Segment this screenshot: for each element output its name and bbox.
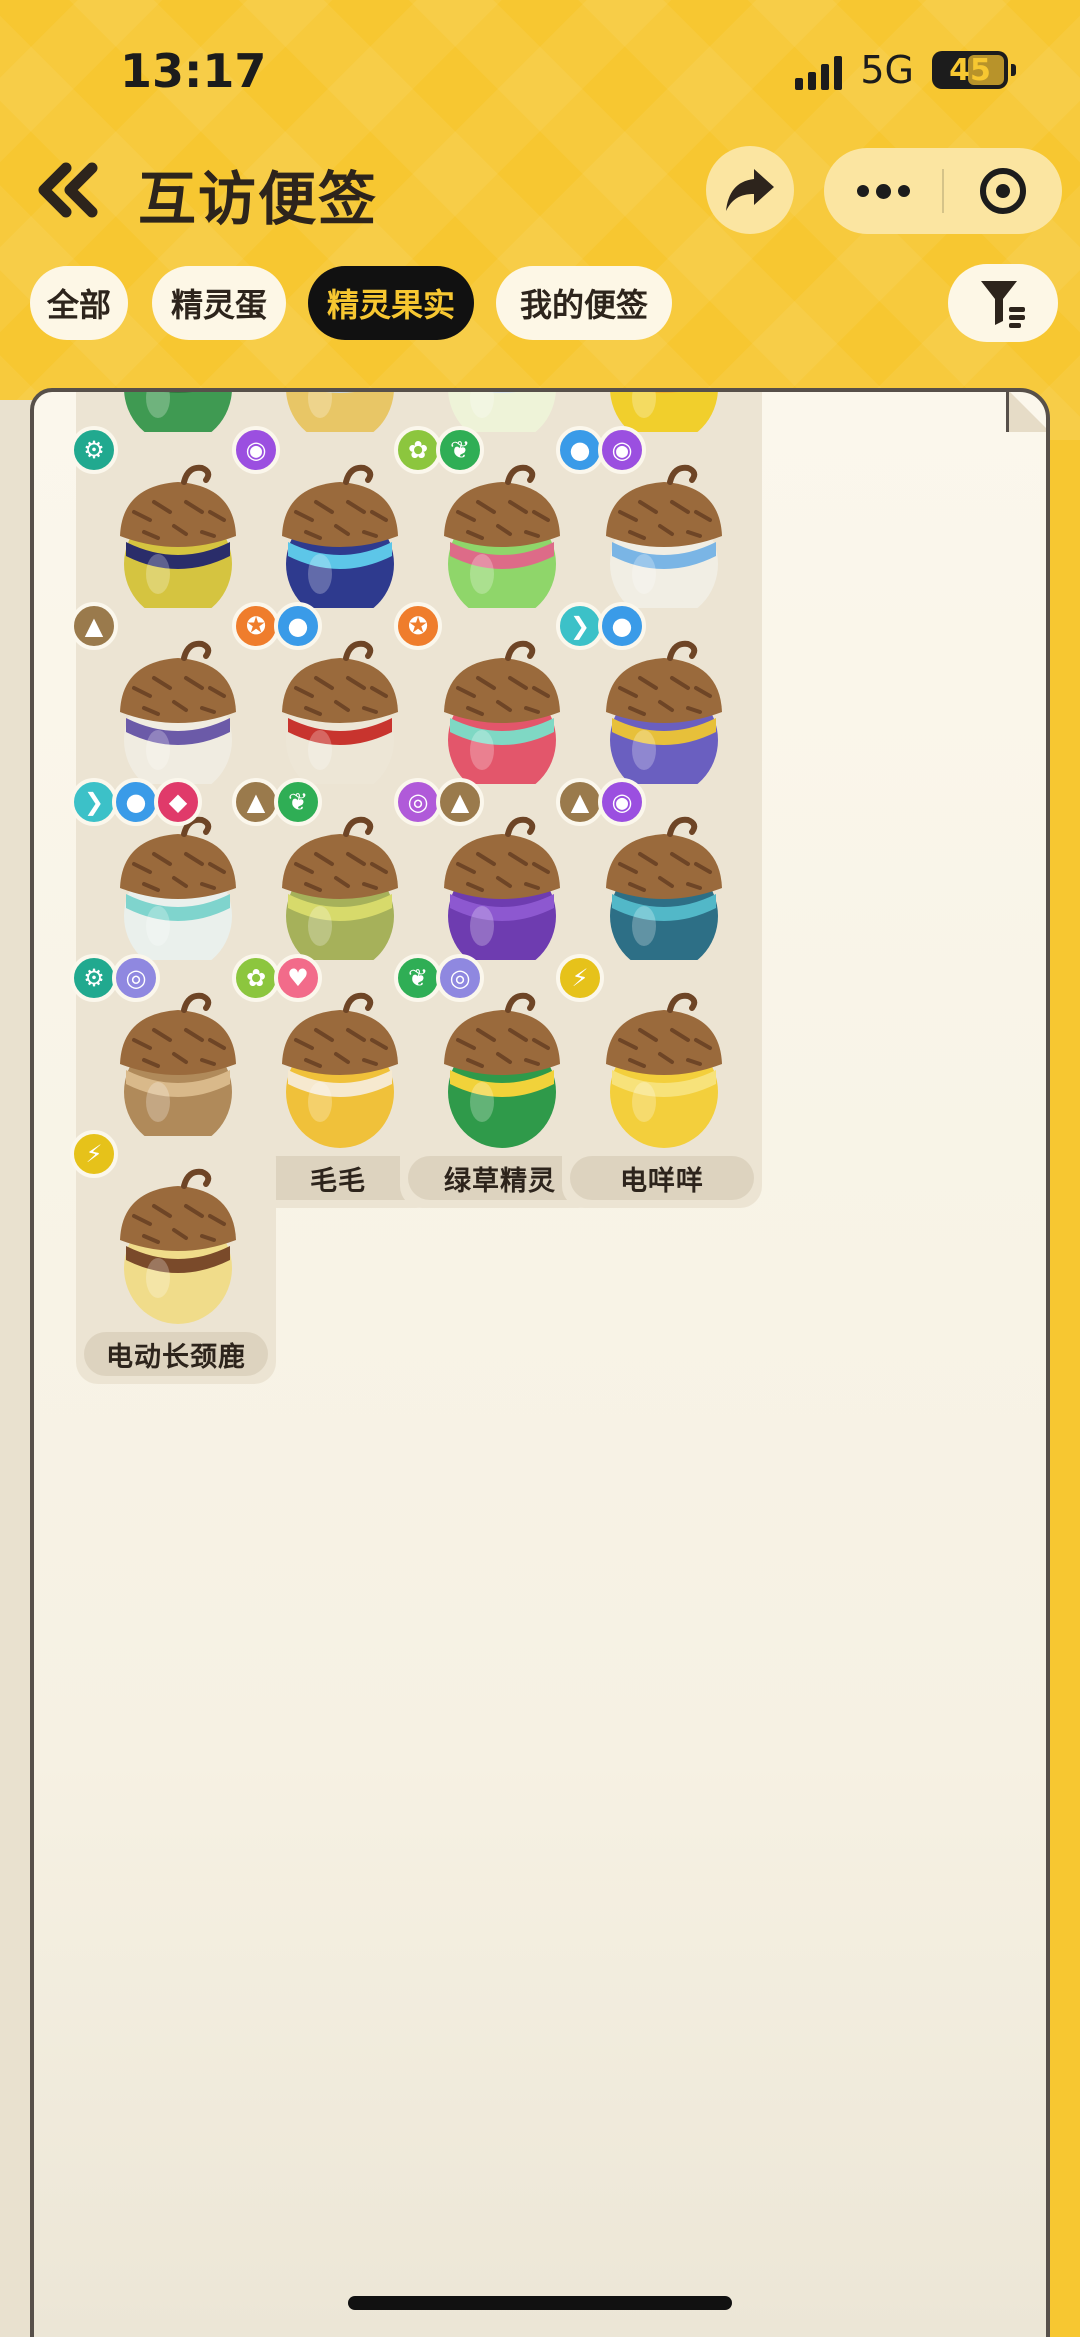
mountain-type-icon: ▲ <box>436 778 484 826</box>
type-badges: ⚙ ◎ <box>70 954 160 1002</box>
spiral-type-icon: ◎ <box>112 954 160 1002</box>
type-badges: ❦ ◎ <box>394 954 484 1002</box>
battery-icon: 45 <box>932 51 1016 89</box>
home-indicator[interactable] <box>348 2296 732 2310</box>
bug-type-icon: ✿ <box>232 954 280 1002</box>
fruit-grid: 蹦蹦种子螺旋帕帕蒲公英小星光⚙缇塔◉小灵面✿❦小草虫●◉海枝枝▲奔波鼠✪●海豹战… <box>34 392 1046 2337</box>
leaf-type-icon: ❦ <box>394 954 442 1002</box>
acorn-fruit-icon <box>120 992 236 1148</box>
tab-1[interactable]: 精灵蛋 <box>152 266 286 340</box>
more-button[interactable] <box>824 148 942 234</box>
bolt-type-icon: ⚡ <box>556 954 604 1002</box>
close-button[interactable] <box>944 148 1062 234</box>
acorn-fruit-icon <box>606 816 722 972</box>
type-badges: ⚡ <box>556 954 604 1002</box>
fist-type-icon: ✪ <box>232 602 280 650</box>
type-badges: ● ◉ <box>556 426 646 474</box>
ghost-type-icon: ◉ <box>598 426 646 474</box>
demon-type-icon: ◆ <box>154 778 202 826</box>
water-type-icon: ● <box>274 602 322 650</box>
type-badges: ▲ ❦ <box>232 778 322 826</box>
type-badges: ⚡ <box>70 1130 118 1178</box>
type-badges: ◎ ▲ <box>394 778 484 826</box>
fruit-name: 电动长颈鹿 <box>84 1332 268 1376</box>
battery-level: 45 <box>949 52 991 88</box>
acorn-fruit-icon <box>282 992 398 1148</box>
type-badges: ✿ ♥ <box>232 954 322 1002</box>
network-type: 5G <box>860 48 914 92</box>
back-button[interactable] <box>28 150 108 230</box>
bug-type-icon: ✿ <box>394 426 442 474</box>
gear-type-icon: ⚙ <box>70 426 118 474</box>
mountain-type-icon: ▲ <box>556 778 604 826</box>
fruit-card[interactable]: ⚡ 电动长颈鹿 <box>70 1130 276 1384</box>
acorn-fruit-icon <box>120 1168 236 1324</box>
type-badges: ✿ ❦ <box>394 426 484 474</box>
mountain-type-icon: ▲ <box>70 602 118 650</box>
gear-type-icon: ⚙ <box>70 954 118 1002</box>
filter-icon <box>981 281 1025 328</box>
acorn-fruit-icon <box>120 464 236 620</box>
acorn-fruit-icon <box>444 992 560 1148</box>
type-badges: ⚙ <box>70 426 118 474</box>
water-type-icon: ● <box>112 778 160 826</box>
page-title: 互访便签 <box>138 165 379 233</box>
target-icon <box>980 168 1026 214</box>
status-indicators: 5G 45 <box>795 48 1016 92</box>
swirl-type-icon: ◎ <box>394 778 442 826</box>
signal-icon <box>795 50 843 90</box>
type-badges: ❯ ● <box>556 602 646 650</box>
wing-type-icon: ❯ <box>556 602 604 650</box>
more-dots-icon <box>856 185 869 197</box>
leaf-type-icon: ❦ <box>274 778 322 826</box>
tab-0[interactable]: 全部 <box>30 266 128 340</box>
mini-program-capsule <box>824 148 1062 234</box>
fist-type-icon: ✪ <box>394 602 442 650</box>
water-type-icon: ● <box>598 602 646 650</box>
share-arrow-icon <box>726 169 774 211</box>
type-badges: ❯ ● ◆ <box>70 778 202 826</box>
ghost-type-icon: ◉ <box>598 778 646 826</box>
wing-type-icon: ❯ <box>70 778 118 826</box>
type-badges: ✪ ● <box>232 602 322 650</box>
tab-3[interactable]: 我的便签 <box>496 266 672 340</box>
acorn-fruit-icon <box>444 464 560 620</box>
water-type-icon: ● <box>556 426 604 474</box>
leaf-type-icon: ❦ <box>436 426 484 474</box>
fruit-name: 电咩咩 <box>570 1156 754 1200</box>
heart-type-icon: ♥ <box>274 954 322 1002</box>
mountain-type-icon: ▲ <box>232 778 280 826</box>
status-time: 13:17 <box>120 44 267 98</box>
type-badges: ▲ <box>70 602 118 650</box>
type-badges: ▲ ◉ <box>556 778 646 826</box>
fruit-card[interactable]: ⚡ 电咩咩 <box>556 954 762 1208</box>
share-button[interactable] <box>706 146 794 234</box>
double-chevron-left-icon <box>38 162 98 218</box>
bolt-type-icon: ⚡ <box>70 1130 118 1178</box>
tab-2[interactable]: 精灵果实 <box>308 266 474 340</box>
note-paper: 蹦蹦种子螺旋帕帕蒲公英小星光⚙缇塔◉小灵面✿❦小草虫●◉海枝枝▲奔波鼠✪●海豹战… <box>30 388 1050 2337</box>
acorn-fruit-icon <box>606 992 722 1148</box>
type-badges: ◉ <box>232 426 280 474</box>
spiral-type-icon: ◎ <box>436 954 484 1002</box>
ghost-type-icon: ◉ <box>232 426 280 474</box>
type-badges: ✪ <box>394 602 442 650</box>
filter-button[interactable] <box>948 264 1058 342</box>
